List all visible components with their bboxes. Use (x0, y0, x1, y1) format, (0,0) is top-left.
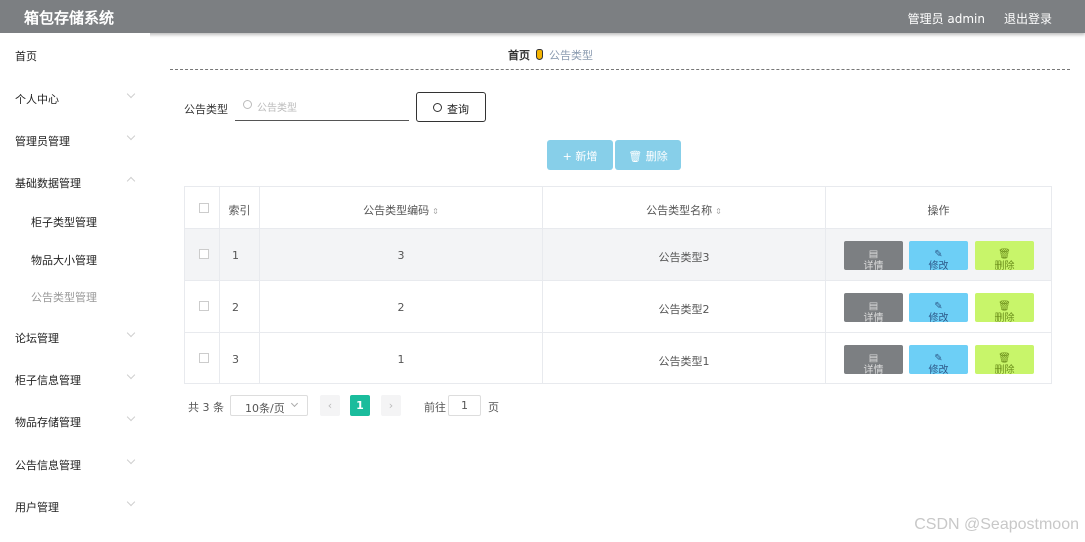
watermark: CSDN @Seapostmoon (914, 516, 1079, 533)
sidebar-item-user-management[interactable]: 用户管理 (15, 499, 59, 515)
goto-label: 前往 (424, 401, 446, 414)
delete-button[interactable]: 🗑 删除 (975, 293, 1034, 324)
goto-page-input[interactable]: 1 (448, 395, 481, 416)
sidebar-item-personal-center[interactable]: 个人中心 (15, 91, 59, 107)
delete-button[interactable]: 🗑 删除 (975, 345, 1034, 376)
query-button-label: 查询 (447, 103, 469, 116)
sidebar-item-item-size[interactable]: 物品大小管理 (31, 252, 97, 268)
sidebar-item-notice-info[interactable]: 公告信息管理 (15, 457, 81, 473)
sidebar-item-cabinet-type[interactable]: 柜子类型管理 (31, 214, 97, 230)
detail-button[interactable]: ▤ 详情 (844, 293, 903, 324)
top-header: 箱包存储系统 管理员 admin 退出登录 (0, 0, 1085, 33)
batch-delete-button[interactable]: 🗑 删除 (615, 140, 681, 170)
detail-button[interactable]: ▤ 详情 (844, 241, 903, 272)
sort-icon[interactable]: ⇕ (432, 207, 439, 216)
row-name: 公告类型3 (658, 251, 710, 264)
divider (170, 69, 1070, 70)
sidebar-item-notice-type[interactable]: 公告类型管理 (31, 289, 97, 305)
batch-delete-button-label: 🗑 删除 (628, 150, 668, 163)
header-actions: 操作 (927, 204, 950, 217)
chevron-down-icon (126, 89, 136, 99)
pagination: 共 3 条 10条/页 ‹ 1 › 前往 1 页 (184, 395, 584, 417)
sidebar: 首页 个人中心 管理员管理 基础数据管理 柜子类型管理 物品大小管理 公告类型管… (0, 33, 150, 542)
sidebar-item-item-storage[interactable]: 物品存储管理 (15, 414, 81, 430)
logout-link[interactable]: 退出登录 (1004, 10, 1052, 27)
edit-button[interactable]: ✎ 修改 (909, 345, 968, 376)
chevron-down-icon (126, 455, 136, 465)
search-icon (243, 100, 252, 109)
sidebar-item-forum[interactable]: 论坛管理 (15, 330, 59, 346)
sort-icon[interactable]: ⇕ (715, 207, 722, 216)
detail-button[interactable]: ▤ 详情 (844, 345, 903, 376)
sidebar-item-home[interactable]: 首页 (15, 48, 37, 64)
edit-button[interactable]: ✎ 修改 (909, 241, 968, 272)
table-header: 索引 公告类型编码 ⇕ 公告类型名称 ⇕ 操作 (185, 187, 1051, 229)
sidebar-item-basic-data[interactable]: 基础数据管理 (15, 175, 81, 191)
row-name: 公告类型1 (658, 355, 710, 368)
search-placeholder: 公告类型 (257, 103, 297, 114)
chevron-down-icon (126, 497, 136, 507)
prev-page-button[interactable]: ‹ (320, 395, 340, 416)
header-index: 索引 (220, 187, 260, 228)
next-page-button[interactable]: › (381, 395, 401, 416)
row-checkbox[interactable] (199, 301, 209, 311)
chevron-down-icon (126, 328, 136, 338)
chevron-down-icon (126, 412, 136, 422)
admin-label: 管理员 admin (907, 12, 985, 26)
page-size-select[interactable]: 10条/页 (230, 395, 308, 416)
edit-button[interactable]: ✎ 修改 (909, 293, 968, 324)
sidebar-item-admin-management[interactable]: 管理员管理 (15, 133, 70, 149)
chevron-down-icon (126, 370, 136, 380)
search-icon (433, 103, 442, 112)
header-name[interactable]: 公告类型名称 ⇕ (543, 187, 826, 228)
breadcrumb-home[interactable]: 首页 (508, 49, 530, 62)
batch-delete-text: 删除 (645, 150, 668, 163)
app-title: 箱包存储系统 (24, 9, 115, 27)
search-input[interactable]: 公告类型 (235, 93, 409, 121)
chevron-down-icon (126, 131, 136, 141)
goto-suffix: 页 (488, 401, 499, 414)
sidebar-item-cabinet-info[interactable]: 柜子信息管理 (15, 372, 81, 388)
add-button-label: + 新增 (562, 150, 598, 163)
table-row: 3 1 公告类型1 ▤ 详情 ✎ 修改 🗑 删除 (185, 333, 1051, 384)
notice-type-table: 索引 公告类型编码 ⇕ 公告类型名称 ⇕ 操作 1 3 公告类型3 ▤ 详情 ✎ 修… (184, 186, 1052, 384)
table-row: 2 2 公告类型2 ▤ 详情 ✎ 修改 🗑 删除 (185, 281, 1051, 333)
header-code[interactable]: 公告类型编码 ⇕ (260, 187, 543, 228)
breadcrumb: 首页 公告类型 (508, 47, 593, 63)
table-row: 1 3 公告类型3 ▤ 详情 ✎ 修改 🗑 删除 (185, 229, 1051, 281)
row-name: 公告类型2 (658, 303, 710, 316)
hand-pointer-icon (536, 49, 543, 60)
search-label: 公告类型 (184, 103, 228, 116)
row-code: 3 (397, 249, 405, 262)
select-all-checkbox[interactable] (199, 203, 209, 213)
page-size-value: 10条/页 (245, 402, 285, 415)
page-number-current[interactable]: 1 (350, 395, 370, 416)
delete-button[interactable]: 🗑 删除 (975, 241, 1034, 272)
total-count: 共 3 条 (188, 401, 224, 414)
chevron-up-icon (126, 176, 136, 186)
row-code: 1 (397, 353, 405, 366)
row-code: 2 (397, 301, 405, 314)
chevron-down-icon (290, 399, 299, 408)
breadcrumb-current: 公告类型 (549, 49, 593, 62)
query-button[interactable]: 查询 (416, 92, 486, 122)
row-checkbox[interactable] (199, 249, 209, 259)
add-button[interactable]: + 新增 (547, 140, 613, 170)
header-select-cell (185, 187, 220, 228)
row-checkbox[interactable] (199, 353, 209, 363)
